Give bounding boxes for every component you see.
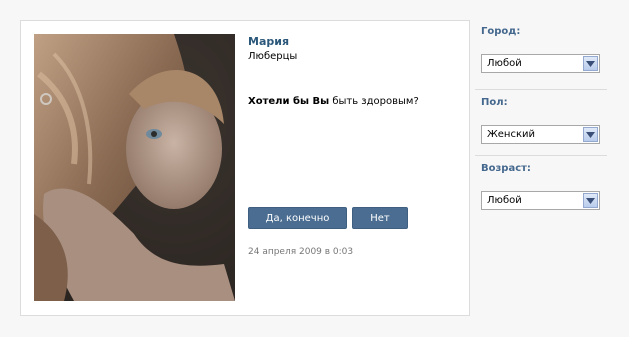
city-filter-label: Город: <box>481 26 521 37</box>
poll-question-rest: быть здоровым? <box>329 96 419 107</box>
chevron-down-icon[interactable] <box>583 56 598 71</box>
profile-photo[interactable] <box>34 34 235 301</box>
post-date: 24 апреля 2009 в 0:03 <box>248 247 354 257</box>
gender-filter-label: Пол: <box>481 97 508 108</box>
poll-question-bold: Хотели бы Вы <box>248 96 330 107</box>
chevron-down-icon[interactable] <box>583 193 598 208</box>
city-select-value: Любой <box>487 58 522 69</box>
no-button[interactable]: Нет <box>352 207 408 229</box>
profile-photo-image <box>34 34 235 301</box>
profile-name[interactable]: Мария <box>248 35 289 48</box>
poll-question: Хотели бы Вы быть здоровым? <box>248 96 419 107</box>
gender-select-value: Женский <box>487 129 535 140</box>
age-filter-label: Возраст: <box>481 163 531 174</box>
city-select[interactable]: Любой <box>481 54 600 73</box>
filter-divider <box>475 155 607 156</box>
age-select-value: Любой <box>487 195 522 206</box>
age-select[interactable]: Любой <box>481 191 600 210</box>
filter-divider <box>475 89 607 90</box>
chevron-down-icon[interactable] <box>583 127 598 142</box>
yes-button[interactable]: Да, конечно <box>248 207 347 229</box>
profile-city: Люберцы <box>248 51 298 62</box>
gender-select[interactable]: Женский <box>481 125 600 144</box>
profile-card: Мария Люберцы Хотели бы Вы быть здоровым… <box>20 20 470 316</box>
